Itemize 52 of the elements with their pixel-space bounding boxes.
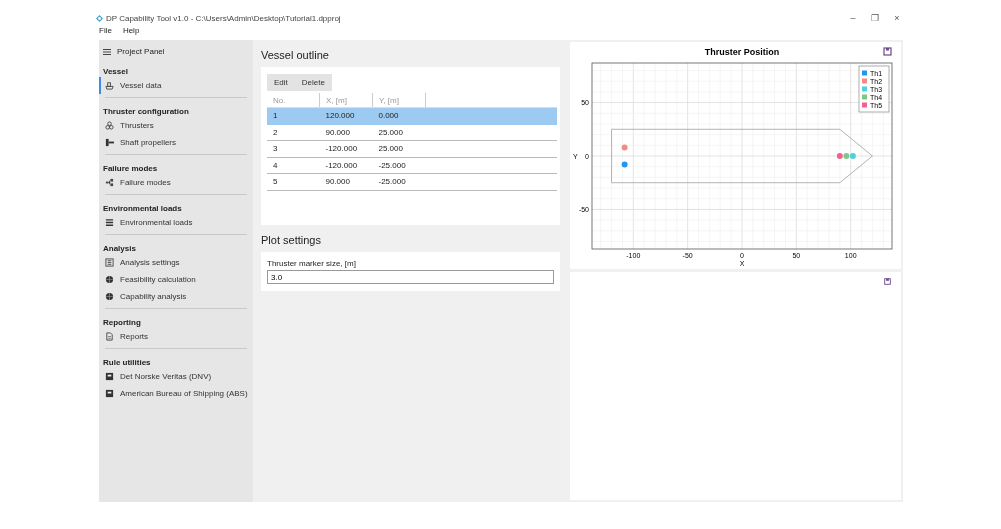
edit-button[interactable]: Edit — [267, 74, 295, 91]
section-title: Plot settings — [261, 234, 322, 246]
globe-icon — [105, 275, 114, 284]
section-header: Environmental loads — [102, 203, 183, 214]
maximize-button[interactable]: ❐ — [870, 13, 880, 23]
sidebar-item[interactable]: Det Norske Veritas (DNV) — [99, 368, 253, 385]
menu-item[interactable]: File — [99, 26, 112, 35]
table-row[interactable]: 5 90.000 -25.000 — [267, 173, 557, 190]
chart-title: Thruster Position — [704, 47, 780, 57]
section-header: Vessel — [102, 66, 129, 77]
fan-icon — [105, 121, 114, 130]
globe-icon — [105, 292, 114, 301]
sidebar-item[interactable]: Feasibility calculation — [99, 271, 253, 288]
sidebar-item[interactable]: Capability analysis — [99, 288, 253, 305]
section-header: Thruster configuration — [102, 106, 190, 117]
section-title: Vessel outline — [261, 49, 330, 61]
sidebar-item[interactable]: American Bureau of Shipping (ABS) — [99, 385, 253, 402]
close-button[interactable]: × — [892, 13, 902, 23]
section-header: Failure modes — [102, 163, 159, 174]
menu-icon[interactable] — [103, 48, 111, 55]
network-icon — [105, 178, 114, 187]
table-row[interactable]: 1 120.000 0.000 — [267, 107, 557, 124]
section-header: Rule utilities — [102, 357, 152, 368]
sidebar-item[interactable]: Failure modes — [99, 174, 253, 191]
save-icon[interactable] — [884, 278, 891, 285]
document-icon — [105, 332, 114, 341]
propeller-icon — [105, 138, 114, 147]
menu-item[interactable]: Help — [122, 26, 140, 35]
sidebar-item[interactable]: Thrusters — [99, 117, 253, 134]
field-label: Thruster marker size, [m] — [267, 259, 357, 268]
section-header: Reporting — [102, 317, 142, 328]
sidebar-item[interactable]: Reports — [99, 328, 253, 345]
lines-icon — [105, 218, 114, 227]
table-row[interactable]: 3 -120.000 25.000 — [267, 140, 557, 157]
section-header: Analysis — [102, 243, 137, 254]
chart-legend — [858, 65, 890, 113]
app-logo-icon — [96, 15, 103, 22]
panel-title: Project Panel — [117, 47, 165, 56]
minimize-button[interactable]: – — [848, 13, 858, 23]
save-icon[interactable] — [883, 47, 892, 56]
table-row[interactable]: 4 -120.000 -25.000 — [267, 157, 557, 174]
sidebar-item[interactable]: Shaft propellers — [99, 134, 253, 151]
window-title: DP Capability Tool v1.0 - C:\Users\Admin\Desktop\Tutorial1.dpproj — [106, 14, 341, 23]
sliders-icon — [105, 258, 114, 267]
ship-icon — [105, 81, 114, 90]
book-icon — [105, 372, 114, 381]
table-row[interactable]: 2 90.000 25.000 — [267, 124, 557, 141]
sidebar-item[interactable]: Analysis settings — [99, 254, 253, 271]
input-field[interactable]: 3.0 — [267, 270, 554, 284]
delete-button[interactable]: Delete — [294, 74, 332, 91]
book-icon — [105, 389, 114, 398]
sidebar-item[interactable]: Environmental loads — [99, 214, 253, 231]
